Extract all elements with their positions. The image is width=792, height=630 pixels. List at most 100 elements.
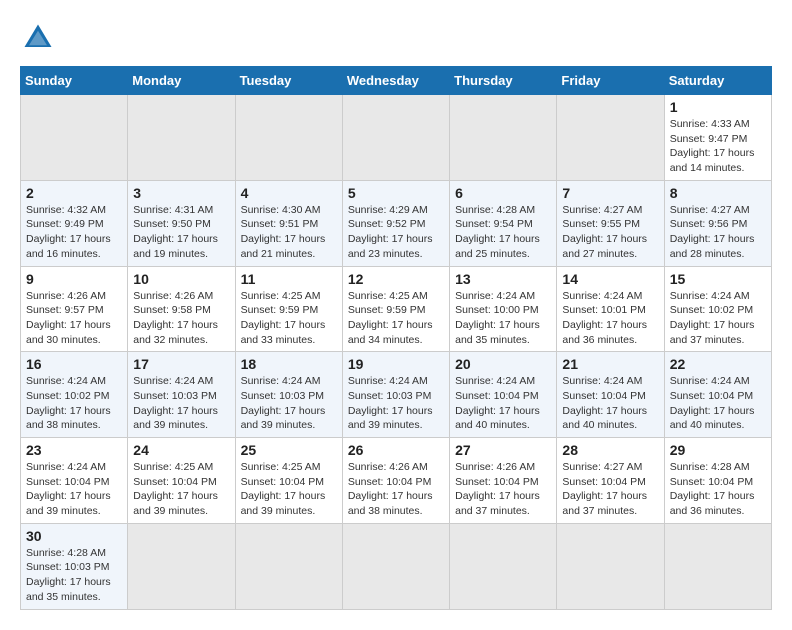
day-number: 13	[455, 271, 551, 287]
day-info: Sunrise: 4:24 AMSunset: 10:02 PMDaylight…	[26, 374, 122, 433]
sunset-text: Sunset: 10:03 PM	[241, 389, 337, 404]
sunrise-text: Sunrise: 4:24 AM	[241, 374, 337, 389]
daylight-text: Daylight: 17 hours and 23 minutes.	[348, 232, 444, 261]
day-number: 15	[670, 271, 766, 287]
logo-icon	[20, 20, 56, 56]
sunset-text: Sunset: 9:49 PM	[26, 217, 122, 232]
sunset-text: Sunset: 10:01 PM	[562, 303, 658, 318]
calendar-table: SundayMondayTuesdayWednesdayThursdayFrid…	[20, 66, 772, 610]
sunset-text: Sunset: 9:51 PM	[241, 217, 337, 232]
day-number: 23	[26, 442, 122, 458]
calendar-cell: 25Sunrise: 4:25 AMSunset: 10:04 PMDaylig…	[235, 438, 342, 524]
calendar-cell	[21, 95, 128, 181]
day-info: Sunrise: 4:31 AMSunset: 9:50 PMDaylight:…	[133, 203, 229, 262]
daylight-text: Daylight: 17 hours and 39 minutes.	[241, 404, 337, 433]
calendar-cell: 9 Sunrise: 4:26 AMSunset: 9:57 PMDaylight…	[21, 266, 128, 352]
daylight-text: Daylight: 17 hours and 39 minutes.	[241, 489, 337, 518]
day-number: 17	[133, 356, 229, 372]
day-number: 11	[241, 271, 337, 287]
sunrise-text: Sunrise: 4:31 AM	[133, 203, 229, 218]
day-number: 30	[26, 528, 122, 544]
sunset-text: Sunset: 9:50 PM	[133, 217, 229, 232]
daylight-text: Daylight: 17 hours and 25 minutes.	[455, 232, 551, 261]
day-info: Sunrise: 4:28 AMSunset: 9:54 PMDaylight:…	[455, 203, 551, 262]
day-number: 2	[26, 185, 122, 201]
sunrise-text: Sunrise: 4:25 AM	[348, 289, 444, 304]
page-header	[20, 20, 772, 56]
calendar-cell	[664, 523, 771, 609]
sunset-text: Sunset: 9:59 PM	[348, 303, 444, 318]
day-number: 9	[26, 271, 122, 287]
sunrise-text: Sunrise: 4:24 AM	[562, 289, 658, 304]
daylight-text: Daylight: 17 hours and 39 minutes.	[348, 404, 444, 433]
sunrise-text: Sunrise: 4:24 AM	[26, 460, 122, 475]
day-info: Sunrise: 4:24 AMSunset: 10:03 PMDaylight…	[133, 374, 229, 433]
daylight-text: Daylight: 17 hours and 30 minutes.	[26, 318, 122, 347]
calendar-header-saturday: Saturday	[664, 67, 771, 95]
day-number: 5	[348, 185, 444, 201]
calendar-week-row: 30Sunrise: 4:28 AMSunset: 10:03 PMDaylig…	[21, 523, 772, 609]
calendar-cell: 22Sunrise: 4:24 AMSunset: 10:04 PMDaylig…	[664, 352, 771, 438]
day-info: Sunrise: 4:25 AMSunset: 10:04 PMDaylight…	[133, 460, 229, 519]
sunset-text: Sunset: 9:59 PM	[241, 303, 337, 318]
calendar-cell: 6Sunrise: 4:28 AMSunset: 9:54 PMDaylight…	[450, 180, 557, 266]
day-number: 28	[562, 442, 658, 458]
daylight-text: Daylight: 17 hours and 40 minutes.	[455, 404, 551, 433]
daylight-text: Daylight: 17 hours and 21 minutes.	[241, 232, 337, 261]
day-info: Sunrise: 4:32 AMSunset: 9:49 PMDaylight:…	[26, 203, 122, 262]
sunset-text: Sunset: 10:04 PM	[133, 475, 229, 490]
calendar-cell: 3Sunrise: 4:31 AMSunset: 9:50 PMDaylight…	[128, 180, 235, 266]
sunset-text: Sunset: 9:54 PM	[455, 217, 551, 232]
day-number: 19	[348, 356, 444, 372]
sunrise-text: Sunrise: 4:24 AM	[133, 374, 229, 389]
daylight-text: Daylight: 17 hours and 38 minutes.	[26, 404, 122, 433]
daylight-text: Daylight: 17 hours and 40 minutes.	[562, 404, 658, 433]
day-info: Sunrise: 4:29 AMSunset: 9:52 PMDaylight:…	[348, 203, 444, 262]
daylight-text: Daylight: 17 hours and 39 minutes.	[133, 489, 229, 518]
sunset-text: Sunset: 10:04 PM	[562, 389, 658, 404]
calendar-cell: 7Sunrise: 4:27 AMSunset: 9:55 PMDaylight…	[557, 180, 664, 266]
calendar-header-friday: Friday	[557, 67, 664, 95]
sunset-text: Sunset: 10:04 PM	[455, 389, 551, 404]
day-info: Sunrise: 4:26 AMSunset: 9:57 PMDaylight:…	[26, 289, 122, 348]
calendar-cell: 4 Sunrise: 4:30 AMSunset: 9:51 PMDaylight…	[235, 180, 342, 266]
sunrise-text: Sunrise: 4:24 AM	[348, 374, 444, 389]
day-info: Sunrise: 4:24 AMSunset: 10:04 PMDaylight…	[455, 374, 551, 433]
sunrise-text: Sunrise: 4:25 AM	[241, 289, 337, 304]
calendar-cell	[450, 95, 557, 181]
sunset-text: Sunset: 10:04 PM	[348, 475, 444, 490]
calendar-cell	[450, 523, 557, 609]
day-info: Sunrise: 4:27 AMSunset: 9:56 PMDaylight:…	[670, 203, 766, 262]
sunrise-text: Sunrise: 4:26 AM	[348, 460, 444, 475]
calendar-header-wednesday: Wednesday	[342, 67, 449, 95]
sunrise-text: Sunrise: 4:32 AM	[26, 203, 122, 218]
day-number: 8	[670, 185, 766, 201]
day-info: Sunrise: 4:24 AMSunset: 10:00 PMDaylight…	[455, 289, 551, 348]
calendar-cell: 28Sunrise: 4:27 AMSunset: 10:04 PMDaylig…	[557, 438, 664, 524]
day-info: Sunrise: 4:26 AMSunset: 10:04 PMDaylight…	[348, 460, 444, 519]
day-number: 4	[241, 185, 337, 201]
daylight-text: Daylight: 17 hours and 32 minutes.	[133, 318, 229, 347]
sunset-text: Sunset: 10:03 PM	[348, 389, 444, 404]
calendar-header-tuesday: Tuesday	[235, 67, 342, 95]
daylight-text: Daylight: 17 hours and 16 minutes.	[26, 232, 122, 261]
sunrise-text: Sunrise: 4:24 AM	[670, 374, 766, 389]
day-info: Sunrise: 4:30 AMSunset: 9:51 PMDaylight:…	[241, 203, 337, 262]
calendar-cell: 8 Sunrise: 4:27 AMSunset: 9:56 PMDaylight…	[664, 180, 771, 266]
sunrise-text: Sunrise: 4:26 AM	[455, 460, 551, 475]
day-info: Sunrise: 4:24 AMSunset: 10:03 PMDaylight…	[348, 374, 444, 433]
sunrise-text: Sunrise: 4:24 AM	[562, 374, 658, 389]
sunrise-text: Sunrise: 4:27 AM	[562, 460, 658, 475]
calendar-cell	[235, 523, 342, 609]
daylight-text: Daylight: 17 hours and 37 minutes.	[670, 318, 766, 347]
calendar-week-row: 23Sunrise: 4:24 AMSunset: 10:04 PMDaylig…	[21, 438, 772, 524]
sunrise-text: Sunrise: 4:26 AM	[26, 289, 122, 304]
day-number: 18	[241, 356, 337, 372]
daylight-text: Daylight: 17 hours and 40 minutes.	[670, 404, 766, 433]
daylight-text: Daylight: 17 hours and 19 minutes.	[133, 232, 229, 261]
calendar-cell: 17 Sunrise: 4:24 AMSunset: 10:03 PMDaylig…	[128, 352, 235, 438]
day-info: Sunrise: 4:28 AMSunset: 10:04 PMDaylight…	[670, 460, 766, 519]
sunrise-text: Sunrise: 4:33 AM	[670, 117, 766, 132]
daylight-text: Daylight: 17 hours and 14 minutes.	[670, 146, 766, 175]
sunrise-text: Sunrise: 4:28 AM	[455, 203, 551, 218]
